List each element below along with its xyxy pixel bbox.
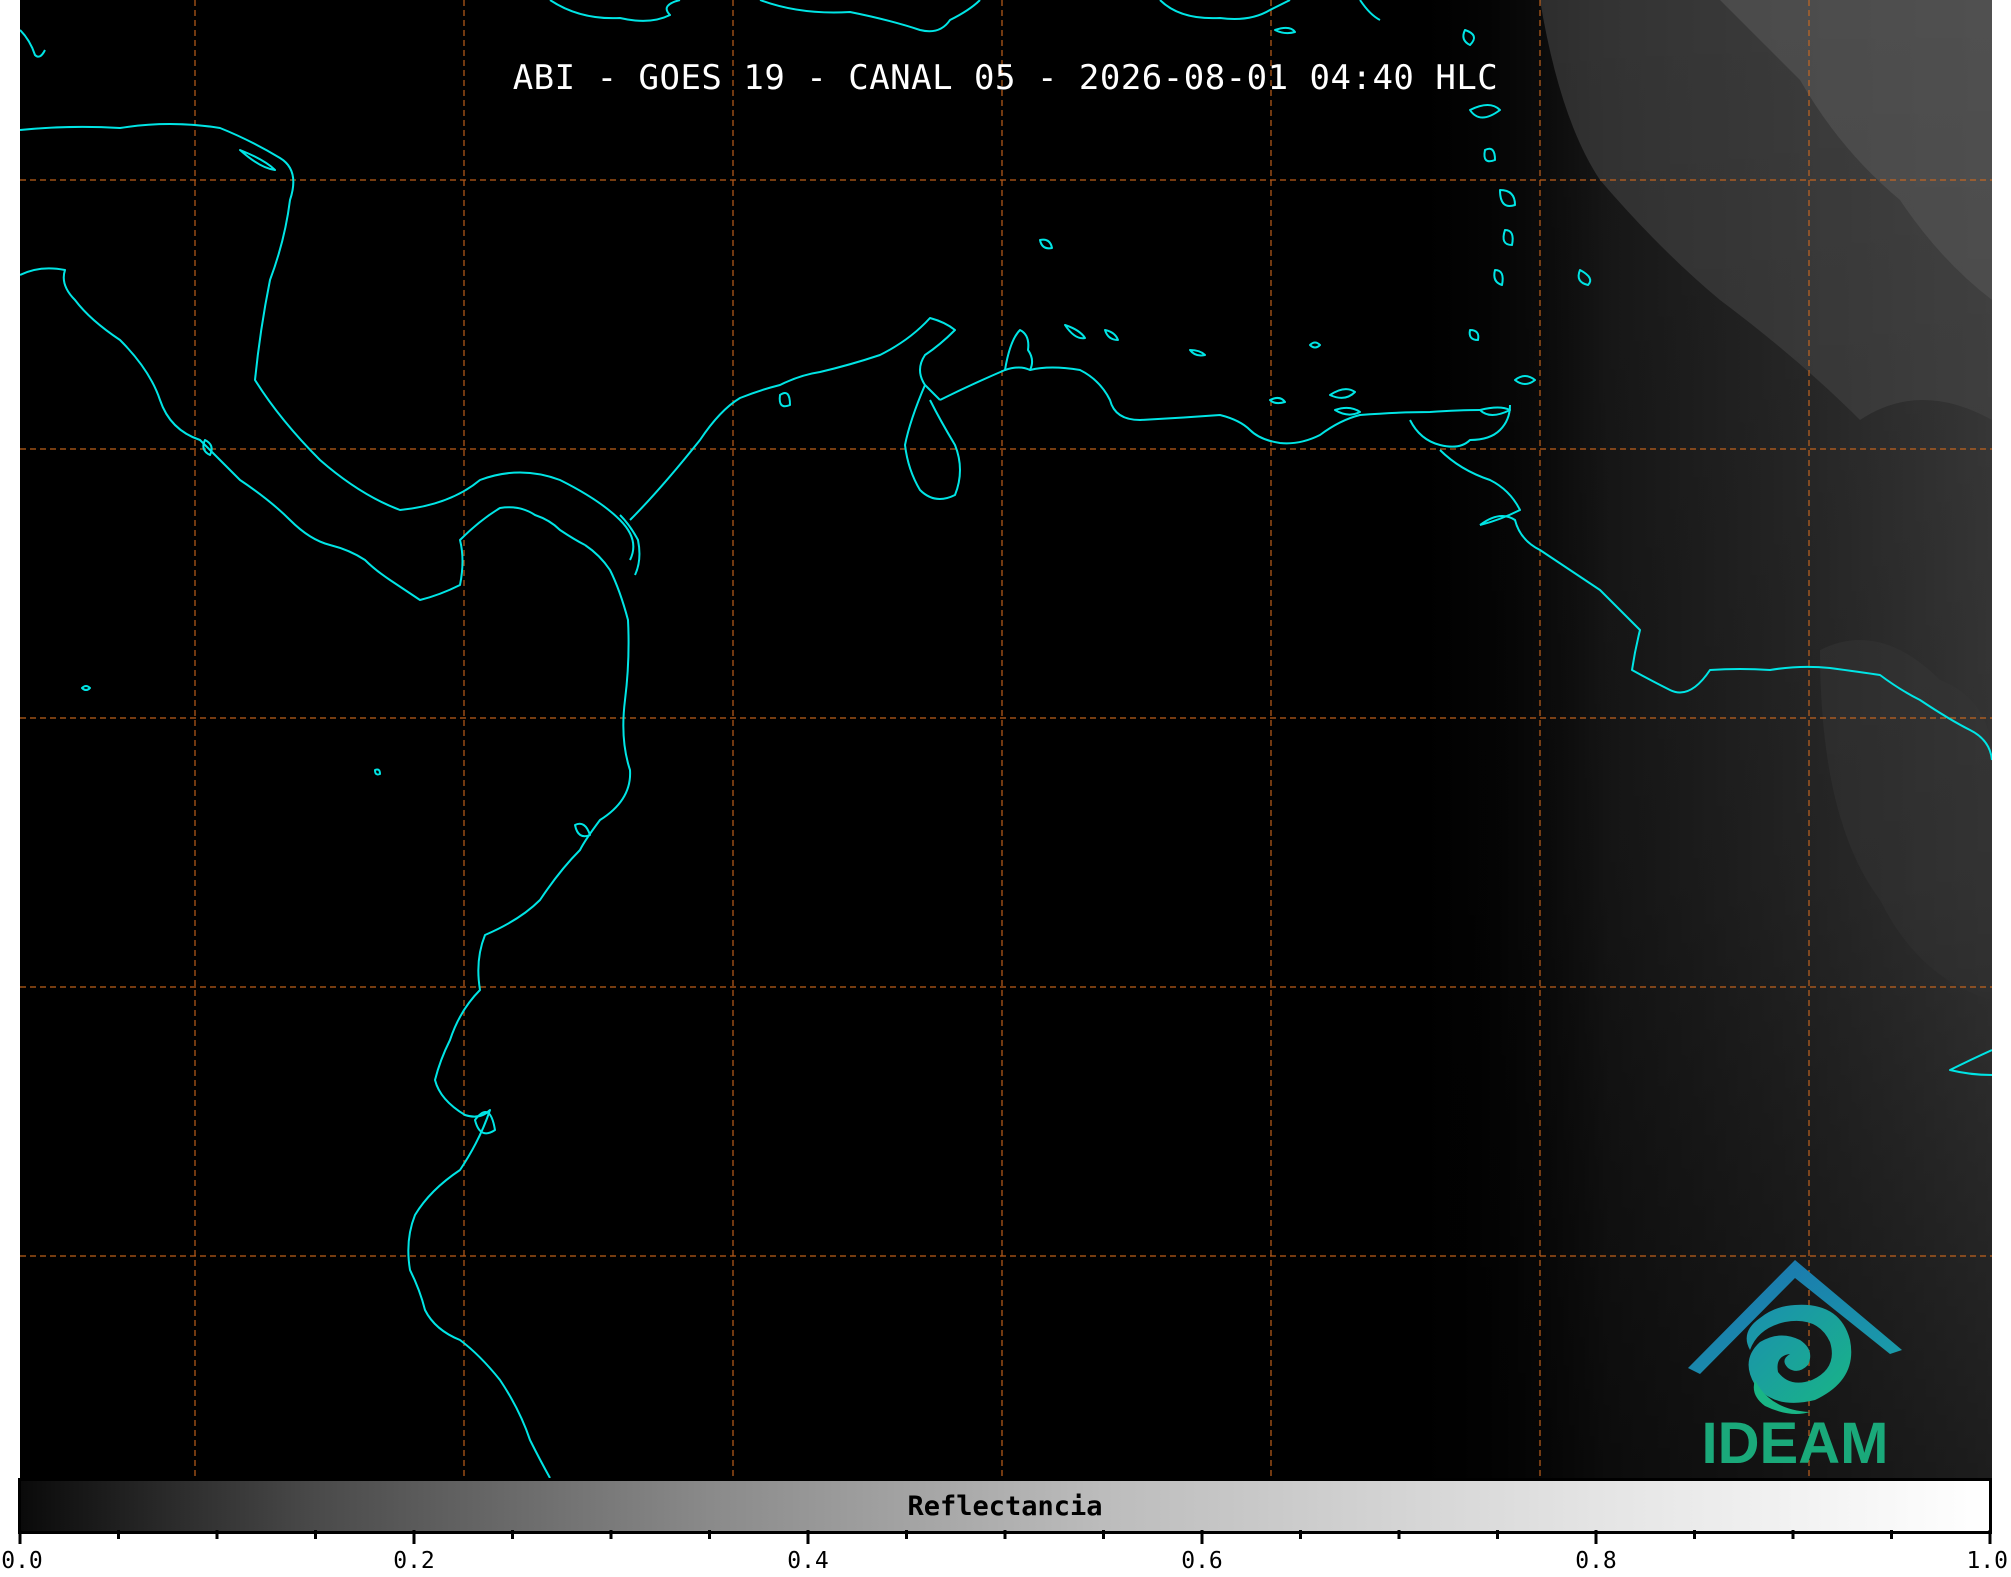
colorbar-ticks: 0.0 0.2 0.4 0.6 0.8 1.0 — [1, 1530, 2008, 1574]
colorbar-label: Reflectancia — [907, 1491, 1103, 1522]
logo-text: IDEAM — [1701, 1411, 1889, 1476]
satellite-map: IDEAM — [20, 0, 1992, 1478]
colorbar-tick-label: 0.0 — [1, 1548, 43, 1574]
colorbar-tick-label: 1.0 — [1966, 1548, 2008, 1574]
colorbar-tick-label: 0.8 — [1575, 1548, 1617, 1574]
colorbar-tick-label: 0.2 — [393, 1548, 435, 1574]
ideam-logo: IDEAM — [1680, 1250, 1910, 1476]
ideam-logo-mark — [1688, 1260, 1902, 1414]
colorbar-tick-marks — [18, 1530, 1992, 1544]
colorbar-tick-labels: 0.0 0.2 0.4 0.6 0.8 1.0 — [1, 1548, 2008, 1574]
colorbar: Reflectancia — [18, 1478, 1992, 1534]
colorbar-tick-label: 0.6 — [1181, 1548, 1223, 1574]
colorbar-tick-label: 0.4 — [787, 1548, 829, 1574]
